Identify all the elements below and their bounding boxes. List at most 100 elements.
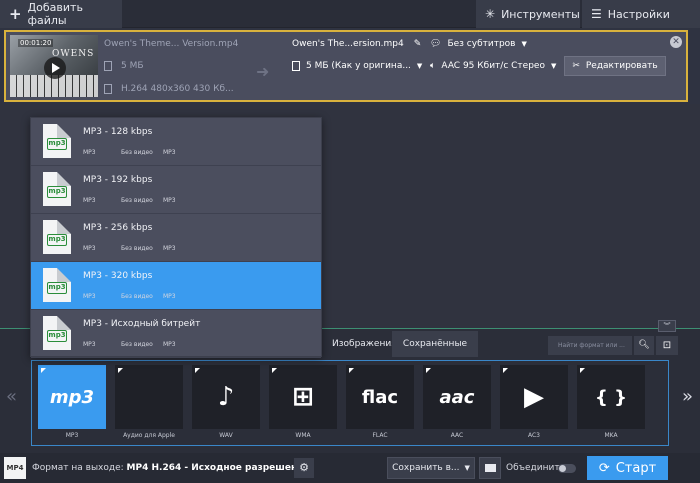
start-button[interactable]: ⟳ Старт: [587, 456, 668, 480]
preset-format: MP3: [83, 293, 96, 300]
preset-title: MP3 - Исходный битрейт: [83, 319, 201, 329]
preset-title: MP3 - 256 kbps: [83, 223, 153, 233]
merge-toggle[interactable]: [558, 464, 576, 473]
mp3-icon: mp3: [49, 386, 95, 408]
preset-meta: MP3 Без видео MP3: [83, 293, 176, 300]
file-row[interactable]: 00:01:20 OWENS Owen's Theme... Version.m…: [4, 30, 688, 102]
audio-select[interactable]: 🔈︎ AAC 95 Кбит/с Стерео ▼: [430, 61, 556, 71]
output-file-name-value: Owen's The...ersion.mp4: [292, 39, 404, 49]
file-icon: [292, 61, 300, 71]
preset-codec: MP3: [163, 341, 176, 348]
music-note-icon: ♪: [217, 382, 235, 412]
refresh-icon: ⟳: [598, 460, 610, 476]
format-label: WMA: [295, 432, 311, 439]
tab-saved[interactable]: Сохранённые: [392, 331, 478, 357]
preset-title: MP3 - 192 kbps: [83, 175, 153, 185]
file-icon: [104, 61, 112, 71]
format-tile-ac3[interactable]: ▶: [500, 365, 568, 429]
preset-format: MP3: [83, 341, 96, 348]
source-size: 5 МБ: [104, 61, 144, 71]
source-codec: H.264 480x360 430 Кб...: [104, 84, 234, 94]
aac-icon: aac: [439, 386, 475, 408]
format-label: WAV: [219, 432, 233, 439]
format-tile-flac[interactable]: flac: [346, 365, 414, 429]
preset-item[interactable]: mp3 MP3 - 320 kbps MP3 Без видео MP3: [31, 262, 321, 310]
preset-video: Без видео: [121, 293, 153, 300]
play-icon[interactable]: [44, 57, 66, 79]
magic-wand-icon: ✳: [485, 7, 496, 21]
preset-video: Без видео: [121, 197, 153, 204]
edit-button[interactable]: ✂ Редактировать: [564, 56, 666, 76]
tools-label: Инструменты: [501, 7, 580, 21]
save-to-button[interactable]: Сохранить в... ▼: [387, 457, 475, 479]
folder-icon: [485, 464, 496, 472]
output-format-label[interactable]: Формат на выходе: MP4 H.264 - Исходное р…: [32, 463, 310, 473]
format-tile-аудио-для-apple[interactable]: [115, 365, 183, 429]
preset-format: MP3: [83, 149, 96, 156]
format-search-input[interactable]: Найти формат или ...: [548, 336, 632, 355]
preset-title: MP3 - 128 kbps: [83, 127, 153, 137]
audio-value: AAC 95 Кбит/с Стерео: [441, 61, 545, 71]
chevron-down-icon: ▼: [416, 62, 423, 70]
source-size-value: 5 МБ: [121, 61, 144, 71]
subtitles-select[interactable]: 💬︎ Без субтитров ▼: [430, 39, 527, 49]
output-format-value: MP4 H.264 - Исходное разрешение: [126, 463, 310, 473]
close-icon[interactable]: ✕: [670, 36, 682, 48]
preset-meta: MP3 Без видео MP3: [83, 149, 176, 156]
chevron-down-icon: ▼: [464, 464, 470, 472]
format-label: Аудио для Apple: [123, 432, 175, 439]
preset-codec: MP3: [163, 245, 176, 252]
audio-file-icon: mp3: [43, 124, 71, 158]
format-tile-aac[interactable]: aac: [423, 365, 491, 429]
output-file-name[interactable]: Owen's The...ersion.mp4 ✎: [292, 39, 421, 49]
mp3-badge: mp3: [47, 234, 67, 246]
format-label: MKA: [604, 432, 618, 439]
format-tile-wav[interactable]: ♪: [192, 365, 260, 429]
preset-meta: MP3 Без видео MP3: [83, 245, 176, 252]
start-label: Старт: [615, 460, 657, 476]
settings-button[interactable]: ☰ Настройки: [582, 0, 700, 28]
preset-item[interactable]: mp3 MP3 - 192 kbps MP3 Без видео MP3: [31, 166, 321, 214]
video-thumbnail[interactable]: 00:01:20 OWENS: [10, 35, 98, 97]
preset-item[interactable]: mp3 MP3 - 256 kbps MP3 Без видео MP3: [31, 214, 321, 262]
format-tile-mka[interactable]: { }: [577, 365, 645, 429]
pencil-icon[interactable]: ✎: [414, 39, 422, 49]
folder-button[interactable]: [479, 457, 501, 479]
chevron-left-icon[interactable]: «: [6, 386, 17, 407]
merge-label: Объединить: [506, 463, 565, 473]
mp3-badge: mp3: [47, 282, 67, 294]
gear-icon[interactable]: ⚙: [294, 458, 314, 478]
chevron-right-icon[interactable]: »: [682, 386, 693, 407]
format-label: FLAC: [372, 432, 388, 439]
output-format-prefix: Формат на выходе:: [32, 463, 124, 473]
tools-button[interactable]: ✳ Инструменты: [476, 0, 580, 28]
audio-file-icon: mp3: [43, 172, 71, 206]
format-tile-mp3[interactable]: mp3: [38, 365, 106, 429]
chevron-down-icon: ▼: [521, 40, 527, 48]
preset-video: Без видео: [121, 149, 153, 156]
preset-item[interactable]: mp3 MP3 - Исходный битрейт MP3 Без видео MP3: [31, 310, 321, 358]
preset-item[interactable]: mp3 MP3 - 128 kbps MP3 Без видео MP3: [31, 118, 321, 166]
preset-format: MP3: [83, 197, 96, 204]
mp3-badge: mp3: [47, 186, 67, 198]
edit-label: Редактировать: [585, 61, 658, 71]
arrow-right-icon: ➜: [256, 62, 270, 81]
format-label: AAC: [450, 432, 464, 439]
mp3-badge: mp3: [47, 138, 67, 150]
preset-codec: MP3: [163, 149, 176, 156]
add-files-label: Добавить файлы: [27, 1, 83, 27]
format-label: AC3: [527, 432, 540, 439]
format-tile-wma[interactable]: ⊞: [269, 365, 337, 429]
preset-video: Без видео: [121, 341, 153, 348]
preset-meta: MP3 Без видео MP3: [83, 341, 176, 348]
format-label: MP3: [65, 432, 79, 439]
apple-icon: [115, 365, 183, 429]
braces-icon: { }: [595, 386, 627, 408]
search-icon[interactable]: 🔍︎: [634, 336, 654, 355]
subtitles-value: Без субтитров: [447, 39, 516, 49]
collapse-panel-icon[interactable]: ︾: [658, 320, 676, 332]
add-files-button[interactable]: + Добавить файлы: [0, 0, 122, 28]
output-size-select[interactable]: 5 МБ (Как у оригина... ▼: [292, 61, 422, 71]
preset-codec: MP3: [163, 197, 176, 204]
detect-format-icon[interactable]: ⊡: [656, 336, 678, 355]
